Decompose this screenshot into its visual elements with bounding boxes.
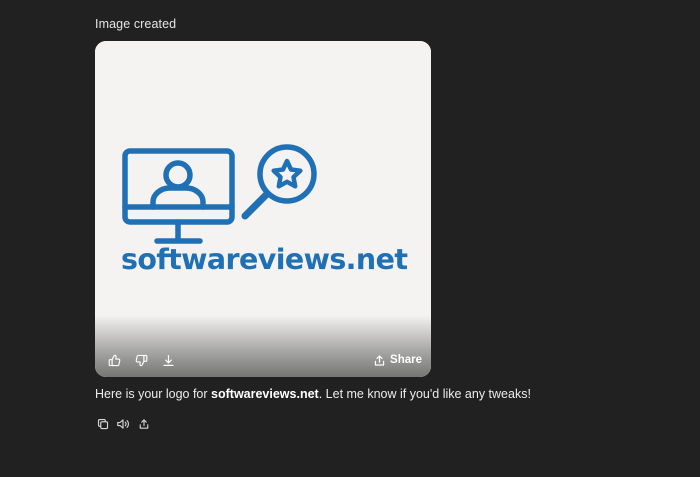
image-action-bar: Share (95, 343, 431, 377)
logo-wordmark: softwareviews.net (121, 243, 408, 276)
speaker-icon (117, 419, 129, 429)
message-bold-domain: softwareviews.net (211, 387, 319, 401)
message-text-start: Here is your logo for (95, 387, 212, 401)
message-text-end: . Let me know if you'd like any tweaks! (318, 387, 531, 401)
message-share-button[interactable] (136, 416, 152, 432)
thumbs-up-icon (108, 354, 120, 366)
generated-image-card[interactable]: softwareviews.net Share (95, 41, 431, 377)
assistant-message: Here is your logo for softwareviews.net.… (95, 387, 531, 401)
download-button[interactable] (159, 351, 177, 369)
read-aloud-button[interactable] (115, 416, 131, 432)
share-button[interactable]: Share (373, 351, 422, 369)
copy-icon (97, 418, 109, 430)
share-label: Share (390, 354, 422, 366)
share-icon (374, 354, 385, 366)
download-icon (162, 354, 174, 366)
share-icon (139, 419, 149, 429)
thumbs-up-button[interactable] (105, 351, 123, 369)
chat-thread: Image created softwareviews.net Share He… (0, 0, 700, 477)
image-status-label: Image created (95, 17, 177, 31)
thumbs-down-button[interactable] (132, 351, 150, 369)
copy-button[interactable] (95, 416, 111, 432)
thumbs-down-icon (135, 354, 147, 366)
